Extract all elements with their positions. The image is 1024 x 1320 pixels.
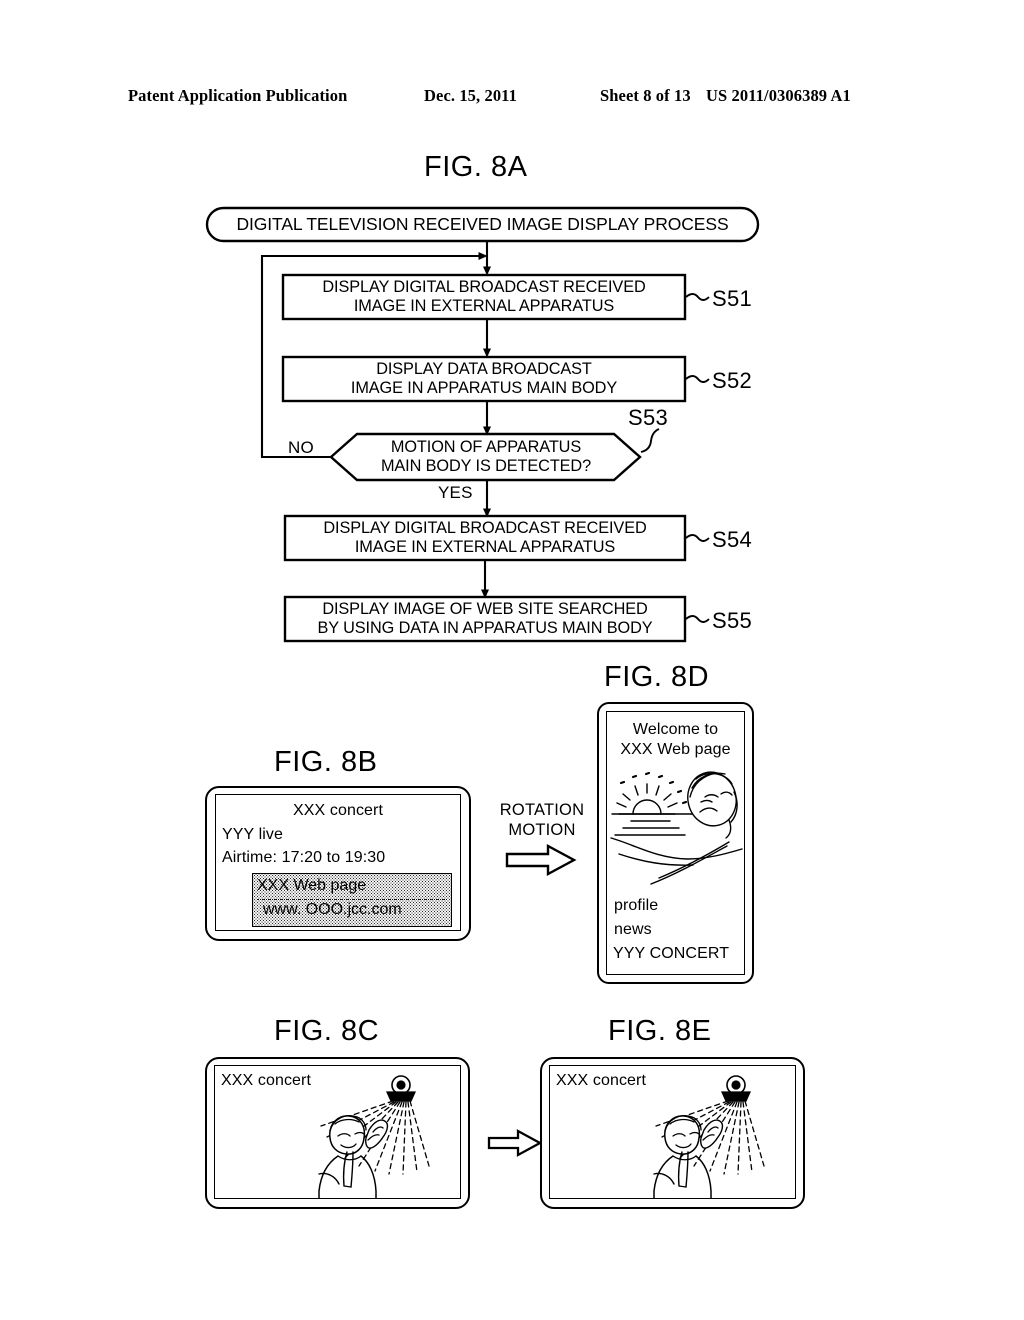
fig-8d-label: FIG. 8D <box>604 661 710 693</box>
fig-8e-device: XXX concert <box>540 1057 805 1209</box>
fig-8a-step-s55-id: S55 <box>712 608 753 633</box>
rotation-motion-caption: ROTATION MOTION <box>499 801 585 839</box>
fig-8b-label: FIG. 8B <box>274 746 378 778</box>
fig8c-to-fig8e-arrow-icon <box>487 1129 543 1157</box>
fig-8b-title: XXX concert <box>292 802 384 819</box>
fig-8a-step-s51-text: DISPLAY DIGITAL BROADCAST RECEIVED IMAGE… <box>322 278 646 315</box>
fig-8a-step-s53-id: S53 <box>628 405 669 430</box>
fig-8b-web-url[interactable]: www. OOO.jcc.com <box>263 901 402 919</box>
fig-8c-screen: XXX concert <box>214 1065 461 1199</box>
fig-8d-screen: Welcome to XXX Web page profile news YYY… <box>606 711 745 975</box>
fig-8b-web-link-box[interactable]: XXX Web page www. OOO.jcc.com <box>252 873 452 927</box>
fig-8e-screen: XXX concert <box>549 1065 796 1199</box>
fig-8d-menu-item-news[interactable]: news <box>614 921 652 939</box>
fig-8b-web-separator <box>257 899 447 900</box>
fig-8a-flowchart-graphics <box>205 206 760 643</box>
fig-8a-step-s55-text: DISPLAY IMAGE OF WEB SITE SEARCHED BY US… <box>317 600 653 637</box>
fig-8a-step-s54-text: DISPLAY DIGITAL BROADCAST RECEIVED IMAGE… <box>323 519 647 556</box>
fig-8d-face-illustration <box>687 771 738 839</box>
fig-8d-menu-item-yyy-concert[interactable]: YYY CONCERT <box>613 945 729 963</box>
fig-8a-branch-no-label: NO <box>288 438 314 457</box>
fig-8a-branch-yes-label: YES <box>438 483 473 502</box>
fig-8d-welcome-line2: XXX Web page <box>620 741 731 758</box>
fig-8c-singer-illustration <box>318 1075 430 1198</box>
fig-8b-screen: XXX concert YYY live Airtime: 17:20 to 1… <box>215 794 461 931</box>
fig-8c-label: FIG. 8C <box>274 1015 380 1047</box>
rotation-motion-arrow-icon <box>505 843 577 877</box>
fig-8a-step-s52-text: DISPLAY DATA BROADCAST IMAGE IN APPARATU… <box>350 360 618 397</box>
patent-page: Patent Application Publication Dec. 15, … <box>0 0 1024 1320</box>
fig-8a-step-s51-id: S51 <box>712 286 753 311</box>
fig-8b-line2: Airtime: 17:20 to 19:30 <box>222 849 386 866</box>
fig-8b-line1: YYY live <box>222 826 283 843</box>
fig-8c-device: XXX concert <box>205 1057 470 1209</box>
fig-8b-device: XXX concert YYY live Airtime: 17:20 to 1… <box>205 786 471 941</box>
fig-8a-terminator-text: DIGITAL TELEVISION RECEIVED IMAGE DISPLA… <box>236 214 729 234</box>
fig-8a-step-s53-text: MOTION OF APPARATUS MAIN BODY IS DETECTE… <box>380 438 592 475</box>
fig-8a-step-s54-id: S54 <box>712 527 753 552</box>
fig-8d-device: Welcome to XXX Web page profile news YYY… <box>597 702 754 984</box>
fig-8e-label: FIG. 8E <box>608 1015 712 1047</box>
fig-8d-menu-item-profile[interactable]: profile <box>614 897 658 915</box>
fig-8e-singer-illustration <box>653 1075 765 1198</box>
fig-8d-welcome-line1: Welcome to <box>632 721 719 738</box>
fig-8b-web-label[interactable]: XXX Web page <box>257 877 366 895</box>
fig-8a-step-s52-id: S52 <box>712 368 753 393</box>
